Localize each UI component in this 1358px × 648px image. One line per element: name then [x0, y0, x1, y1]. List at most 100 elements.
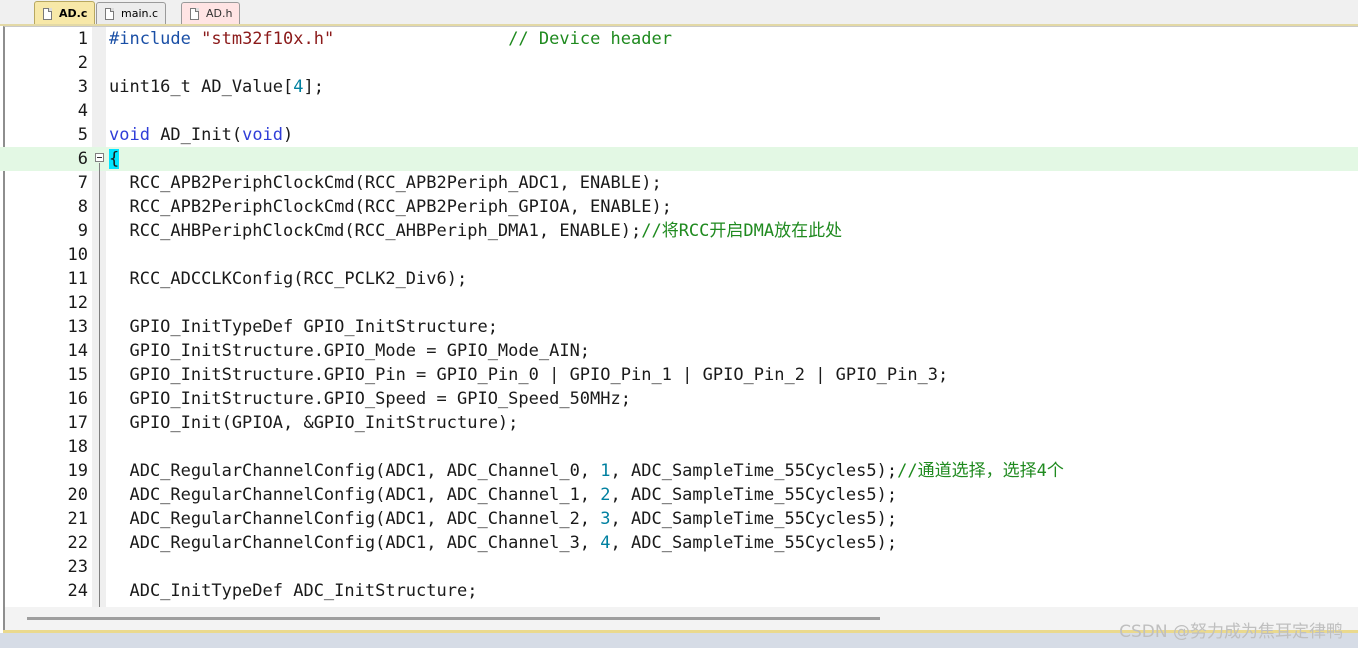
code-line[interactable]: 7 RCC_APB2PeriphClockCmd(RCC_APB2Periph_… [0, 171, 1358, 195]
code-line[interactable]: 24 ADC_InitTypeDef ADC_InitStructure; [0, 579, 1358, 603]
code-text[interactable]: ADC_RegularChannelConfig(ADC1, ADC_Chann… [109, 459, 1064, 483]
code-line[interactable]: 11 RCC_ADCCLKConfig(RCC_PCLK2_Div6); [0, 267, 1358, 291]
code-text[interactable]: RCC_APB2PeriphClockCmd(RCC_APB2Periph_GP… [109, 195, 671, 219]
line-number: 3 [77, 77, 88, 97]
code-token: uint16_t AD_Value[ [109, 77, 294, 97]
code-line[interactable]: 15 GPIO_InitStructure.GPIO_Pin = GPIO_Pi… [0, 363, 1358, 387]
file-icon [43, 7, 52, 20]
code-line[interactable]: 2 [0, 51, 1358, 75]
tab-main-c[interactable]: main.c [96, 2, 167, 24]
code-line[interactable]: 22 ADC_RegularChannelConfig(ADC1, ADC_Ch… [0, 531, 1358, 555]
code-text[interactable]: GPIO_Init(GPIOA, &GPIO_InitStructure); [109, 411, 518, 435]
code-token: 4 [293, 77, 304, 97]
code-comment: // Device header [508, 29, 672, 49]
line-number: 21 [67, 509, 88, 529]
code-text[interactable]: GPIO_InitStructure.GPIO_Pin = GPIO_Pin_0… [109, 363, 948, 387]
code-text[interactable]: #include "stm32f10x.h" // Device header [109, 27, 672, 51]
code-token: , ADC_SampleTime_55Cycles5); [610, 533, 898, 553]
code-line[interactable]: 12 [0, 291, 1358, 315]
code-line[interactable]: 13 GPIO_InitTypeDef GPIO_InitStructure; [0, 315, 1358, 339]
code-text[interactable]: ADC_RegularChannelConfig(ADC1, ADC_Chann… [109, 483, 897, 507]
file-icon [190, 7, 199, 20]
code-token: GPIO_InitStructure.GPIO_Speed = GPIO_Spe… [109, 389, 631, 409]
line-number: 2 [77, 53, 88, 73]
code-text[interactable]: RCC_AHBPeriphClockCmd(RCC_AHBPeriph_DMA1… [109, 219, 842, 243]
code-comment: //通道选择，选择4个 [897, 461, 1064, 481]
code-token: ]; [303, 77, 324, 97]
code-token: 4 [600, 533, 611, 553]
code-line[interactable]: 9 RCC_AHBPeriphClockCmd(RCC_AHBPeriph_DM… [0, 219, 1358, 243]
code-line[interactable]: 6{ [0, 147, 1358, 171]
code-text[interactable]: uint16_t AD_Value[4]; [109, 75, 324, 99]
code-line[interactable]: 5 void AD_Init(void) [0, 123, 1358, 147]
line-number: 1 [77, 29, 88, 49]
code-line[interactable]: 16 GPIO_InitStructure.GPIO_Speed = GPIO_… [0, 387, 1358, 411]
code-text[interactable]: GPIO_InitTypeDef GPIO_InitStructure; [109, 315, 498, 339]
line-number: 14 [67, 341, 88, 361]
line-number: 17 [67, 413, 88, 433]
line-number: 12 [67, 293, 88, 313]
tab-ad-c[interactable]: AD.c [34, 1, 96, 25]
code-token: ADC_RegularChannelConfig(ADC1, ADC_Chann… [109, 485, 601, 505]
code-line[interactable]: 3 uint16_t AD_Value[4]; [0, 75, 1358, 99]
code-token: GPIO_InitStructure.GPIO_Mode = GPIO_Mode… [109, 341, 591, 361]
tab-label: AD.h [206, 7, 233, 20]
code-line[interactable]: 10 [0, 243, 1358, 267]
line-number: 8 [77, 197, 88, 217]
code-line[interactable]: 23 [0, 555, 1358, 579]
code-line[interactable]: 21 ADC_RegularChannelConfig(ADC1, ADC_Ch… [0, 507, 1358, 531]
code-line[interactable]: 17 GPIO_Init(GPIOA, &GPIO_InitStructure)… [0, 411, 1358, 435]
code-comment: //将RCC开启DMA放在此处 [641, 221, 843, 241]
code-text[interactable]: void AD_Init(void) [109, 123, 293, 147]
code-line[interactable]: 18 [0, 435, 1358, 459]
code-editor[interactable]: 1 #include "stm32f10x.h" // Device header… [0, 27, 1358, 609]
code-token: ADC_RegularChannelConfig(ADC1, ADC_Chann… [109, 461, 601, 481]
scrollbar-thumb[interactable] [27, 617, 880, 620]
code-token: GPIO_Init(GPIOA, &GPIO_InitStructure); [109, 413, 519, 433]
code-text[interactable]: { [109, 147, 120, 171]
code-line[interactable]: 14 GPIO_InitStructure.GPIO_Mode = GPIO_M… [0, 339, 1358, 363]
code-text[interactable]: GPIO_InitStructure.GPIO_Speed = GPIO_Spe… [109, 387, 631, 411]
editor-tab-bar: AD.c main.c AD.h [0, 0, 1358, 26]
line-number: 16 [67, 389, 88, 409]
code-text[interactable]: ADC_RegularChannelConfig(ADC1, ADC_Chann… [109, 507, 897, 531]
code-token: ) [283, 125, 294, 145]
code-text[interactable]: ADC_RegularChannelConfig(ADC1, ADC_Chann… [109, 531, 897, 555]
code-text[interactable]: RCC_ADCCLKConfig(RCC_PCLK2_Div6); [109, 267, 467, 291]
code-token: ADC_RegularChannelConfig(ADC1, ADC_Chann… [109, 509, 601, 529]
tab-ad-h[interactable]: AD.h [181, 2, 241, 24]
code-text[interactable]: GPIO_InitStructure.GPIO_Mode = GPIO_Mode… [109, 339, 590, 363]
code-token: 2 [600, 485, 611, 505]
line-number: 18 [67, 437, 88, 457]
matched-brace: { [109, 149, 120, 169]
code-line[interactable]: 4 [0, 99, 1358, 123]
line-number: 5 [77, 125, 88, 145]
code-token: RCC_ADCCLKConfig(RCC_PCLK2_Div6); [109, 269, 468, 289]
line-number: 10 [67, 245, 88, 265]
fold-minus-icon[interactable] [95, 153, 104, 162]
code-token: RCC_AHBPeriphClockCmd(RCC_AHBPeriph_DMA1… [109, 221, 642, 241]
line-number: 23 [67, 557, 88, 577]
code-line[interactable]: 19 ADC_RegularChannelConfig(ADC1, ADC_Ch… [0, 459, 1358, 483]
line-number: 22 [67, 533, 88, 553]
line-number: 15 [67, 365, 88, 385]
file-icon [105, 7, 114, 20]
code-line[interactable]: 1 #include "stm32f10x.h" // Device header [0, 27, 1358, 51]
code-line[interactable]: 20 ADC_RegularChannelConfig(ADC1, ADC_Ch… [0, 483, 1358, 507]
code-token: 3 [600, 509, 611, 529]
code-token: ADC_InitTypeDef ADC_InitStructure; [109, 581, 478, 601]
code-token: GPIO_InitTypeDef GPIO_InitStructure; [109, 317, 498, 337]
code-token: void [109, 125, 150, 145]
code-line[interactable]: 8 RCC_APB2PeriphClockCmd(RCC_APB2Periph_… [0, 195, 1358, 219]
code-token: RCC_APB2PeriphClockCmd(RCC_APB2Periph_AD… [109, 173, 662, 193]
code-token: , ADC_SampleTime_55Cycles5); [610, 509, 898, 529]
code-text[interactable]: RCC_APB2PeriphClockCmd(RCC_APB2Periph_AD… [109, 171, 662, 195]
code-token: "stm32f10x.h" [201, 29, 335, 49]
watermark-text: CSDN @努力成为焦耳定律鸭 [1119, 622, 1343, 642]
code-token: , ADC_SampleTime_55Cycles5); [610, 461, 898, 481]
tab-label: AD.c [59, 7, 88, 20]
code-token: ADC_RegularChannelConfig(ADC1, ADC_Chann… [109, 533, 601, 553]
code-token: void [242, 125, 284, 145]
code-text[interactable]: ADC_InitTypeDef ADC_InitStructure; [109, 579, 477, 603]
